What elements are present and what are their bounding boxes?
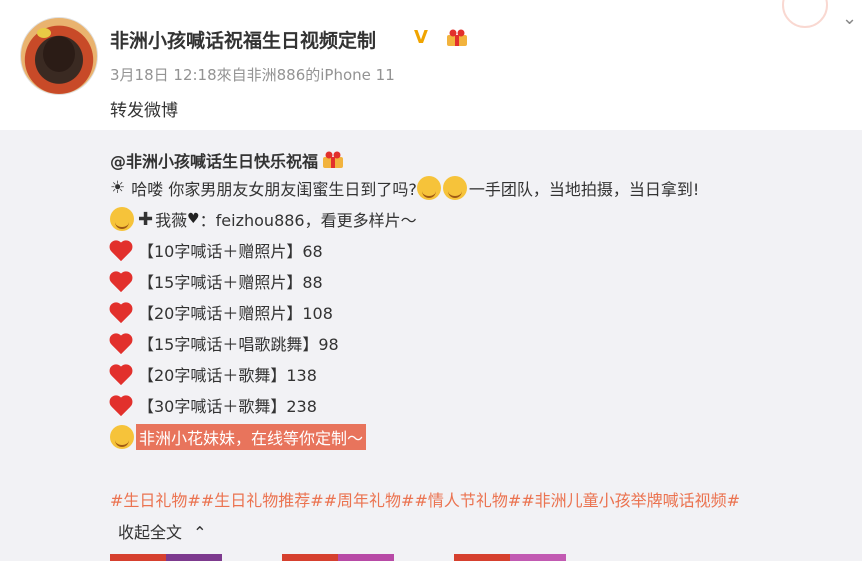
price-label: 【20字喊话＋歌舞】138 (138, 366, 317, 385)
thumbnail[interactable] (166, 554, 222, 561)
avatar-hair-bow (37, 28, 51, 38)
contact-text-b: ：feizhou886，看更多样片～ (199, 211, 417, 230)
stamp-decoration (782, 0, 828, 28)
black-heart-icon: ♥ (187, 211, 200, 227)
gift-badge-icon[interactable] (446, 29, 468, 47)
thumbnail[interactable] (110, 554, 166, 561)
thumbnail[interactable] (454, 554, 510, 561)
price-item: 【30字喊话＋歌舞】238 (110, 393, 317, 417)
red-heart-icon (110, 301, 134, 323)
price-label: 【20字喊话＋赠照片】108 (138, 304, 333, 323)
price-label: 【15字喊话＋唱歌跳舞】98 (138, 335, 339, 354)
intro-text-a: 哈喽 你家男朋友女朋友闺蜜生日到了吗? (131, 180, 417, 199)
price-item: 【20字喊话＋歌舞】138 (110, 362, 317, 386)
intro-line: ☀ 哈喽 你家男朋友女朋友闺蜜生日到了吗? 一手团队，当地拍摄，当日拿到! (110, 176, 699, 200)
avatar-face (43, 36, 75, 72)
kiss-emoji-icon (110, 425, 134, 449)
original-author-name[interactable]: @非洲小孩喊话生日快乐祝福 (110, 148, 318, 172)
hashtags[interactable]: #生日礼物##生日礼物推荐##周年礼物##情人节礼物##非洲儿童小孩举牌喊话视频… (110, 487, 740, 511)
contact-text-a: 我薇 (155, 211, 188, 230)
price-item: 【15字喊话＋赠照片】88 (110, 269, 323, 293)
repost-text: 转发微博 (110, 101, 178, 121)
avatar[interactable] (20, 17, 98, 95)
thumbnail[interactable] (338, 554, 394, 561)
post-meta: 3月18日 12:18來自非洲886的iPhone 11 (110, 66, 395, 84)
contact-line: ✚ 我薇 ♥ ：feizhou886，看更多样片～ (110, 207, 417, 231)
thumbnail[interactable] (282, 554, 338, 561)
intro-text-b: 一手团队，当地拍摄，当日拿到! (468, 180, 700, 199)
sun-icon: ☀ (110, 178, 126, 198)
price-item: 【20字喊话＋赠照片】108 (110, 300, 333, 324)
red-heart-icon (110, 363, 134, 385)
smile-emoji-icon (416, 176, 441, 200)
smile-emoji-icon (442, 176, 467, 200)
collapse-label[interactable]: 收起全文 (118, 523, 182, 542)
price-label: 【15字喊话＋赠照片】88 (138, 273, 323, 292)
price-label: 【10字喊话＋赠照片】68 (138, 242, 323, 261)
chevron-down-icon[interactable]: ⌄ (842, 8, 857, 29)
closing-line: 非洲小花妹妹，在线等你定制～ (110, 424, 367, 450)
chevron-up-icon: ⌃ (193, 523, 207, 542)
reposted-content: @非洲小孩喊话生日快乐祝福 ☀ 哈喽 你家男朋友女朋友闺蜜生日到了吗? 一手团队… (0, 130, 862, 561)
post-username[interactable]: 非洲小孩喊话祝福生日视频定制 (110, 26, 376, 53)
red-heart-icon (110, 270, 134, 292)
price-item: 【10字喊话＋赠照片】68 (110, 238, 323, 262)
closing-text: 非洲小花妹妹，在线等你定制～ (136, 424, 367, 450)
collapse-button[interactable]: 收起全文 ⌃ (118, 519, 207, 543)
plus-icon: ✚ (138, 208, 154, 230)
post-header: 非洲小孩喊话祝福生日视频定制 V 3月18日 12:18來自非洲886的iPho… (0, 0, 862, 130)
heart-eyes-emoji-icon (110, 207, 134, 231)
price-item: 【15字喊话＋唱歌跳舞】98 (110, 331, 339, 355)
red-heart-icon (110, 394, 134, 416)
thumbnail[interactable] (510, 554, 566, 561)
red-heart-icon (110, 332, 134, 354)
image-thumbnails (110, 554, 620, 561)
original-author[interactable]: @非洲小孩喊话生日快乐祝福 (110, 148, 344, 172)
gift-badge-icon[interactable] (322, 151, 344, 169)
verified-icon[interactable]: V (414, 27, 428, 48)
price-label: 【30字喊话＋歌舞】238 (138, 397, 317, 416)
red-heart-icon (110, 239, 134, 261)
